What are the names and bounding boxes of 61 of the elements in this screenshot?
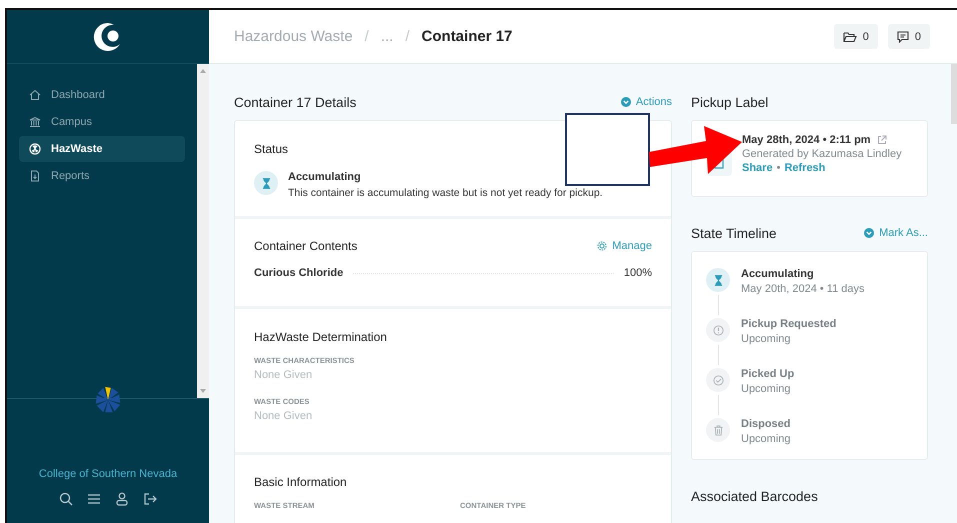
section-title: Pickup Label — [691, 94, 768, 110]
chemical-name: Curious Chloride — [254, 267, 344, 279]
home-icon — [29, 89, 41, 101]
label-link[interactable]: Refresh — [784, 162, 826, 174]
comment-icon — [896, 30, 909, 42]
nav-item[interactable]: Reports — [19, 163, 185, 189]
step-detail: Upcoming — [741, 433, 791, 445]
user-icon[interactable] — [115, 492, 129, 506]
scrollbar[interactable] — [197, 64, 209, 398]
section-title: Container 17 Details — [234, 94, 356, 110]
status-state: Accumulating — [288, 171, 362, 183]
step-state: Pickup Requested — [741, 318, 836, 330]
step-state: Accumulating — [741, 268, 815, 280]
status-description: This container is accumulating waste but is not yet ready for pickup. — [288, 187, 603, 199]
label-link[interactable]: Share — [742, 162, 773, 174]
nav-item[interactable]: HazWaste — [19, 136, 185, 162]
nav-item[interactable]: Dashboard — [19, 82, 185, 108]
breadcrumb: Container 17 — [422, 28, 512, 45]
breadcrumb-separator: / — [405, 28, 410, 45]
card-heading: Status — [254, 142, 290, 156]
manage-button[interactable]: Manage — [597, 240, 652, 252]
card-heading: Basic Information — [254, 475, 348, 489]
logout-icon[interactable] — [143, 492, 157, 506]
section-title: State Timeline — [691, 226, 777, 240]
step-detail: Upcoming — [741, 383, 792, 395]
field-value: None Given — [254, 410, 314, 422]
hourglass-icon — [714, 274, 722, 286]
chevron-circle-icon — [620, 97, 631, 107]
step-detail: May 20th, 2024 • 11 days — [741, 283, 865, 295]
generated-by: Generated by Kazumasa Lindley — [742, 148, 902, 160]
gear-icon — [597, 241, 608, 251]
step-detail: Upcoming — [741, 333, 792, 345]
folder-icon — [842, 30, 857, 42]
scrollbar[interactable] — [951, 64, 957, 124]
nav-item[interactable]: Campus — [19, 109, 185, 135]
bank-icon — [29, 116, 41, 128]
actions-button[interactable]: Actions — [620, 96, 672, 108]
count-button[interactable]: 0 — [888, 24, 930, 49]
organization-name[interactable]: College of Southern Nevada — [38, 468, 178, 480]
alert-icon — [712, 324, 724, 336]
card-heading: HazWaste Determination — [254, 330, 388, 344]
menu-icon[interactable] — [87, 492, 101, 506]
trash-icon — [712, 424, 724, 436]
label-date: May 28th, 2024 • 2:11 pm — [742, 134, 871, 146]
separator-dot: • — [776, 162, 780, 174]
card-heading: Container Contents — [254, 239, 358, 253]
field-value: None Given — [254, 369, 314, 381]
chevron-circle-icon — [864, 228, 874, 238]
flower-logo-icon — [93, 385, 123, 415]
breadcrumb-separator: / — [364, 28, 369, 45]
step-state: Picked Up — [741, 368, 794, 380]
step-state: Disposed — [741, 418, 791, 430]
hourglass-icon — [262, 178, 270, 188]
document-download-icon — [29, 170, 41, 182]
radiation-icon — [29, 143, 41, 155]
check-circle-icon — [712, 374, 724, 386]
section-title: Associated Barcodes — [691, 488, 818, 504]
mark-as-button[interactable]: Mark As... — [864, 227, 928, 239]
count-button[interactable]: 0 — [834, 24, 878, 49]
percentage: 100% — [624, 267, 652, 279]
search-icon[interactable] — [59, 492, 73, 506]
